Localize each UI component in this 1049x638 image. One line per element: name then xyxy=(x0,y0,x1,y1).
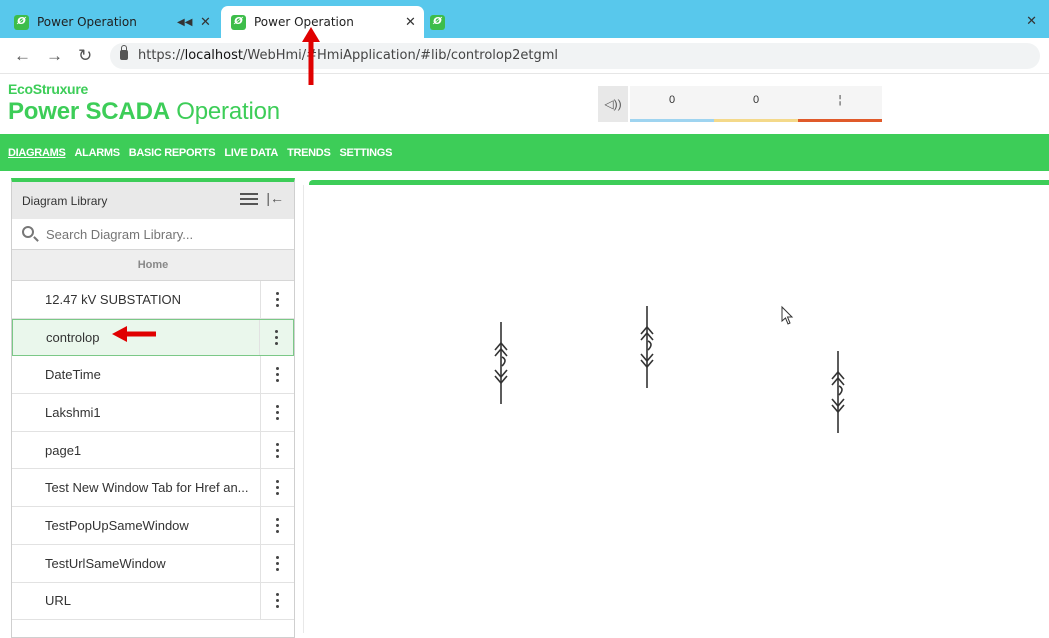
alarm-low-indicator xyxy=(630,119,714,122)
nav-settings[interactable]: SETTINGS xyxy=(340,147,393,159)
tab-title: Power Operation xyxy=(254,15,354,29)
alarm-counter-low[interactable]: 0 xyxy=(630,86,714,122)
more-options-icon[interactable] xyxy=(259,319,293,356)
nav-live-data[interactable]: LIVE DATA xyxy=(224,147,278,159)
panel-title: Diagram Library xyxy=(22,193,108,208)
browser-tab-strip: Ø Power Operation ◀◀ ✕ Ø Power Operation… xyxy=(0,0,1049,38)
close-tab-icon[interactable]: ✕ xyxy=(405,15,416,30)
product-title: Power SCADA Operation xyxy=(8,98,280,125)
more-options-icon[interactable] xyxy=(260,544,294,582)
alarm-counter-high[interactable]: ¦ xyxy=(798,86,882,122)
browser-tab-3[interactable]: Ø xyxy=(430,6,460,38)
alarm-medium-indicator xyxy=(714,119,798,122)
app-favicon-icon: Ø xyxy=(14,14,29,30)
nav-diagrams[interactable]: DIAGRAMS xyxy=(8,147,66,159)
list-item[interactable]: Lakshmi1 xyxy=(12,394,294,432)
list-item[interactable]: TestPopUpSameWindow xyxy=(12,507,294,545)
tab-title: Power Operation xyxy=(37,15,137,29)
search-icon xyxy=(22,226,34,238)
list-item[interactable]: page1 xyxy=(12,431,294,470)
forward-arrow-icon[interactable]: → xyxy=(46,46,63,66)
speaker-icon[interactable]: ◁)) xyxy=(598,86,628,122)
browser-tab-2[interactable]: Ø Power Operation ✕ xyxy=(221,6,424,38)
more-options-icon[interactable] xyxy=(260,582,294,620)
app-favicon-icon: Ø xyxy=(430,14,445,30)
list-item[interactable]: URL xyxy=(12,582,294,621)
app-header: EcoStruxure Power SCADA Operation ◁)) 0 … xyxy=(0,74,1049,134)
window-close-icon[interactable]: ✕ xyxy=(1026,13,1037,29)
close-tab-icon[interactable]: ✕ xyxy=(200,15,211,30)
breadcrumb-home[interactable]: Home xyxy=(12,250,294,281)
alarm-high-indicator xyxy=(798,119,882,122)
more-options-icon[interactable] xyxy=(260,431,294,469)
list-item-selected[interactable]: controlop xyxy=(12,318,294,357)
tab-audio-muted-icon[interactable]: ◀◀ xyxy=(177,17,192,28)
list-item[interactable]: TestUrlSameWindow xyxy=(12,544,294,583)
more-options-icon[interactable] xyxy=(260,281,294,318)
collapse-panel-icon[interactable]: |← xyxy=(266,190,284,206)
browser-tab-1[interactable]: Ø Power Operation ◀◀ ✕ xyxy=(14,6,219,38)
nav-trends[interactable]: TRENDS xyxy=(287,147,331,159)
more-options-icon[interactable] xyxy=(260,507,294,544)
main-nav: DIAGRAMS ALARMS BASIC REPORTS LIVE DATA … xyxy=(0,134,1049,171)
more-options-icon[interactable] xyxy=(260,394,294,431)
nav-basic-reports[interactable]: BASIC REPORTS xyxy=(129,147,216,159)
back-arrow-icon[interactable]: ← xyxy=(14,46,31,66)
list-item[interactable]: DateTime xyxy=(12,356,294,395)
panel-header: Diagram Library |← xyxy=(12,182,294,219)
alarm-summary-bar: ◁)) 0 0 ¦ xyxy=(598,86,883,122)
list-item[interactable]: Test New Window Tab for Href an... xyxy=(12,469,294,508)
alarm-counter-medium[interactable]: 0 xyxy=(714,86,798,122)
list-item[interactable]: 12.47 kV SUBSTATION xyxy=(12,281,294,319)
diagram-library-panel: Diagram Library |← Home 12.47 kV SUBSTAT… xyxy=(11,178,295,638)
app-favicon-icon: Ø xyxy=(231,14,246,30)
menu-icon[interactable] xyxy=(240,193,258,205)
search-input[interactable] xyxy=(46,223,276,245)
diagram-canvas[interactable] xyxy=(303,185,1049,633)
search-box xyxy=(12,219,294,250)
brand-logo: EcoStruxure xyxy=(8,81,88,97)
reload-icon[interactable]: ↻ xyxy=(78,46,92,66)
url-text[interactable]: https://localhost/WebHmi/#HmiApplication… xyxy=(138,48,558,63)
nav-alarms[interactable]: ALARMS xyxy=(75,147,121,159)
lock-icon xyxy=(120,45,128,60)
more-options-icon[interactable] xyxy=(260,469,294,507)
more-options-icon[interactable] xyxy=(260,356,294,394)
browser-address-bar: ← → ↻ https://localhost/WebHmi/#HmiAppli… xyxy=(0,38,1049,74)
url-field[interactable]: https://localhost/WebHmi/#HmiApplication… xyxy=(110,43,1040,69)
